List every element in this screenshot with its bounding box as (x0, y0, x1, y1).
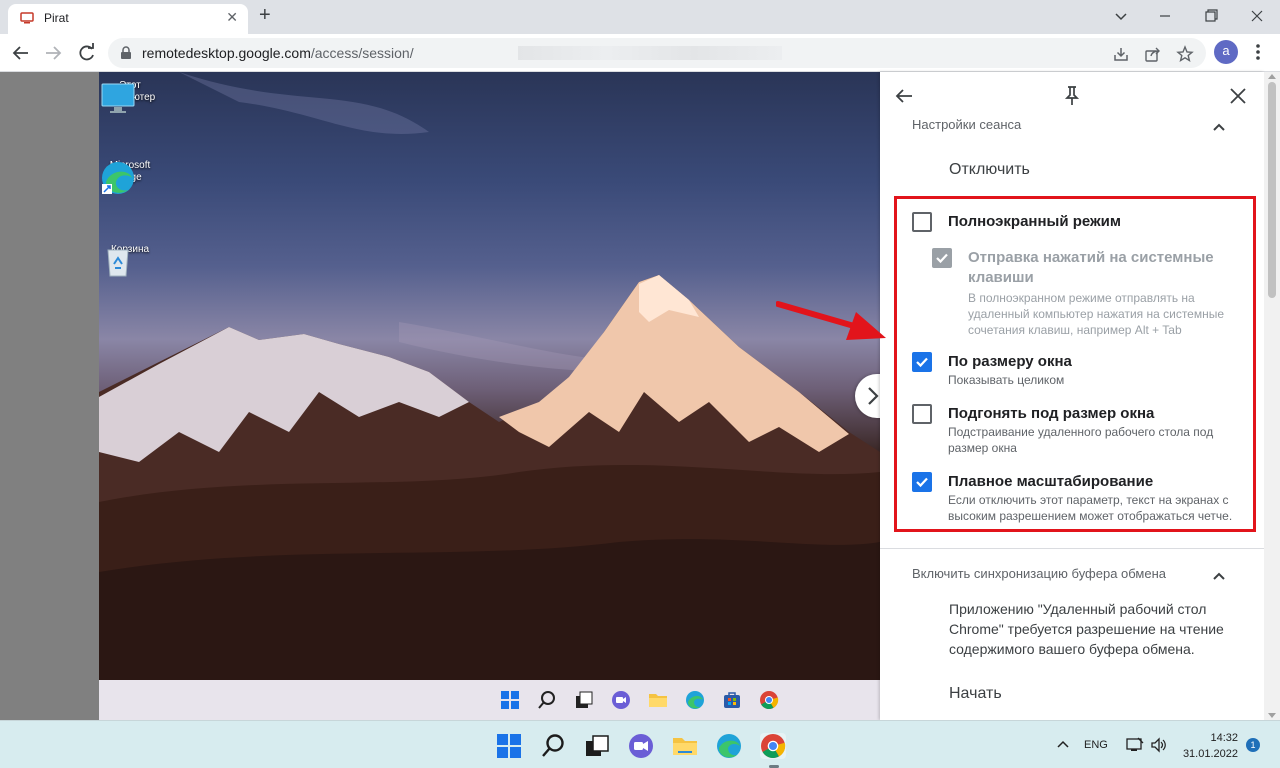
tab-title: Pirat (44, 11, 69, 25)
scrollbar-thumb[interactable] (1268, 82, 1276, 298)
show-hidden-icons-icon[interactable] (1056, 739, 1070, 749)
chrome-icon (761, 734, 786, 759)
tab-active[interactable]: Pirat ✕ (8, 4, 248, 34)
url-redacted-area (518, 46, 782, 60)
tab-search-chevron-icon[interactable] (1106, 4, 1136, 28)
tab-strip: Pirat ✕ + (0, 0, 1280, 34)
close-panel-icon[interactable] (1226, 84, 1250, 108)
remote-chrome-icon[interactable] (759, 690, 779, 710)
clock[interactable]: 14:32 31.01.2022 (1178, 730, 1238, 762)
search-icon[interactable] (540, 733, 566, 759)
remote-viewport: Этот компьютер Microsoft Edge Корзина (0, 72, 1280, 720)
input-language[interactable]: ENG (1084, 739, 1108, 751)
remote-start-icon[interactable] (500, 690, 520, 710)
bookmark-star-icon[interactable] (1176, 45, 1194, 63)
recycle-bin-icon (107, 249, 129, 277)
edge-icon[interactable] (716, 733, 742, 759)
wallpaper-mountains (99, 72, 880, 680)
reload-icon[interactable] (74, 41, 100, 65)
window-close-icon[interactable] (1242, 4, 1272, 28)
remote-edge-icon[interactable] (685, 690, 705, 710)
volume-icon[interactable] (1150, 737, 1168, 753)
remote-task-view-icon[interactable] (574, 690, 594, 710)
url-path: /access/session/ (310, 45, 414, 61)
clipboard-sync-title: Включить синхронизацию буфера обмена (912, 566, 1167, 581)
remote-store-icon[interactable] (722, 690, 742, 710)
remote-desktop-screen[interactable]: Этот компьютер Microsoft Edge Корзина (99, 72, 880, 680)
clock-date: 31.01.2022 (1182, 748, 1238, 760)
back-arrow-icon[interactable] (892, 84, 916, 108)
windows-taskbar: ENG 14:32 31.01.2022 1 (0, 720, 1280, 768)
install-app-icon[interactable] (1112, 45, 1130, 63)
remote-chat-icon[interactable] (611, 690, 631, 710)
chevron-up-icon[interactable] (1212, 122, 1226, 132)
clock-time: 14:32 (1210, 732, 1238, 744)
scroll-down-icon[interactable] (1268, 713, 1276, 718)
back-icon[interactable] (8, 41, 34, 65)
start-icon[interactable] (496, 733, 522, 759)
url-text: remotedesktop.google.com/access/session/ (142, 45, 414, 61)
red-arrow-annotation (776, 301, 886, 340)
remote-explorer-icon[interactable] (648, 690, 668, 710)
desktop-icon-this-pc[interactable]: Этот компьютер (100, 80, 160, 113)
monitor-icon (101, 83, 135, 113)
browser-toolbar: remotedesktop.google.com/access/session/ (0, 34, 1280, 72)
desktop-icon-recycle-bin[interactable]: Корзина (100, 244, 160, 277)
chevron-up-icon[interactable] (1212, 571, 1226, 581)
session-settings-title: Настройки сеанса (912, 117, 1022, 132)
tab-close-icon[interactable]: ✕ (226, 9, 238, 26)
remote-taskbar (99, 680, 880, 720)
notification-badge[interactable]: 1 (1246, 738, 1260, 752)
edge-icon (102, 162, 134, 194)
minimize-icon[interactable] (1150, 4, 1180, 28)
forward-icon[interactable] (40, 41, 66, 65)
section-divider (880, 548, 1264, 549)
desktop-icon-edge[interactable]: Microsoft Edge (100, 160, 160, 194)
clipboard-permission-text: Приложению "Удаленный рабочий стол Chrom… (949, 601, 1224, 657)
panel-scrollbar[interactable] (1264, 72, 1280, 720)
network-icon[interactable] (1126, 737, 1144, 753)
disconnect-button[interactable]: Отключить (949, 161, 1030, 179)
start-button[interactable]: Начать (949, 685, 1002, 703)
chrome-taskbar-button[interactable] (760, 733, 786, 768)
profile-avatar[interactable]: a (1214, 40, 1238, 64)
remote-desktop-favicon-icon (20, 12, 34, 24)
pin-icon[interactable] (1060, 84, 1084, 108)
browser-menu-icon[interactable] (1252, 42, 1264, 62)
session-options-panel: Настройки сеанса Отключить Полноэкранный… (880, 72, 1264, 720)
highlight-box (894, 196, 1256, 532)
lock-icon[interactable] (120, 46, 132, 60)
task-view-icon[interactable] (584, 733, 610, 759)
file-explorer-icon[interactable] (672, 733, 698, 759)
url-host: remotedesktop.google.com (142, 45, 311, 61)
scroll-up-icon[interactable] (1268, 74, 1276, 79)
share-icon[interactable] (1144, 45, 1162, 63)
address-bar[interactable]: remotedesktop.google.com/access/session/ (108, 38, 1206, 68)
new-tab-icon[interactable]: + (259, 4, 271, 27)
teams-chat-icon[interactable] (628, 733, 654, 759)
restore-icon[interactable] (1196, 4, 1226, 28)
remote-search-icon[interactable] (537, 690, 557, 710)
